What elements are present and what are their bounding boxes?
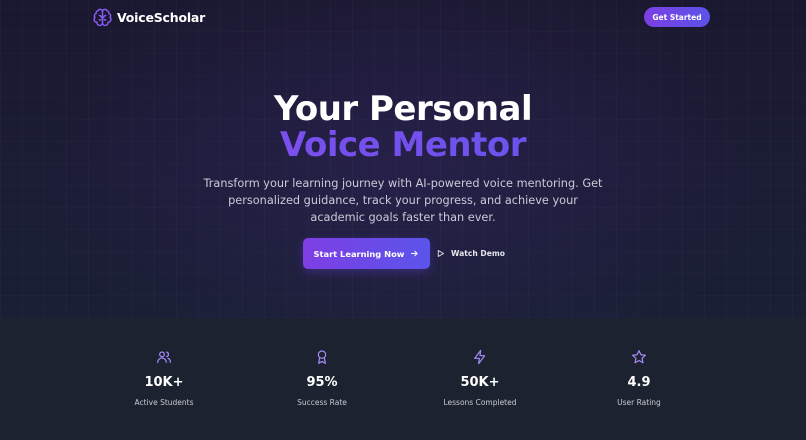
stat-value: 50K+ — [460, 375, 500, 390]
stat-value: 4.9 — [627, 375, 651, 390]
hero-subtitle: Transform your learning journey with AI-… — [203, 177, 603, 224]
hero-section: VoiceScholar Get Started Your Personal V… — [0, 0, 806, 318]
stat-user-rating: 4.9 User Rating — [569, 318, 709, 440]
stat-label: Success Rate — [297, 398, 347, 407]
brand-name: VoiceScholar — [117, 9, 206, 25]
start-learning-button[interactable]: Start Learning Now — [303, 238, 430, 269]
hero-title-line2: Voice Mentor — [0, 125, 806, 165]
stat-active-students: 10K+ Active Students — [94, 318, 234, 440]
stat-value: 10K+ — [144, 375, 184, 390]
lightning-icon — [474, 349, 486, 365]
start-learning-label: Start Learning Now — [313, 248, 405, 259]
watch-demo-button[interactable]: Watch Demo — [436, 245, 505, 262]
stat-label: Active Students — [134, 398, 194, 407]
brain-icon — [93, 8, 112, 26]
stat-label: Lessons Completed — [443, 398, 517, 407]
users-icon — [157, 351, 171, 363]
star-icon — [632, 350, 646, 364]
arrow-right-icon — [411, 250, 419, 257]
get-started-button[interactable]: Get Started — [644, 7, 710, 27]
hero-title-line1: Your Personal — [273, 89, 533, 129]
stat-value: 95% — [306, 375, 338, 390]
award-icon — [317, 350, 327, 364]
stat-lessons-completed: 50K+ Lessons Completed — [410, 318, 550, 440]
stats-section: 10K+ Active Students 95% Success Rate 50… — [0, 318, 806, 440]
watch-demo-label: Watch Demo — [451, 249, 505, 258]
play-icon — [437, 250, 444, 257]
brand-logo[interactable]: VoiceScholar — [93, 7, 205, 27]
stat-label: User Rating — [617, 398, 661, 407]
stat-success-rate: 95% Success Rate — [252, 318, 392, 440]
